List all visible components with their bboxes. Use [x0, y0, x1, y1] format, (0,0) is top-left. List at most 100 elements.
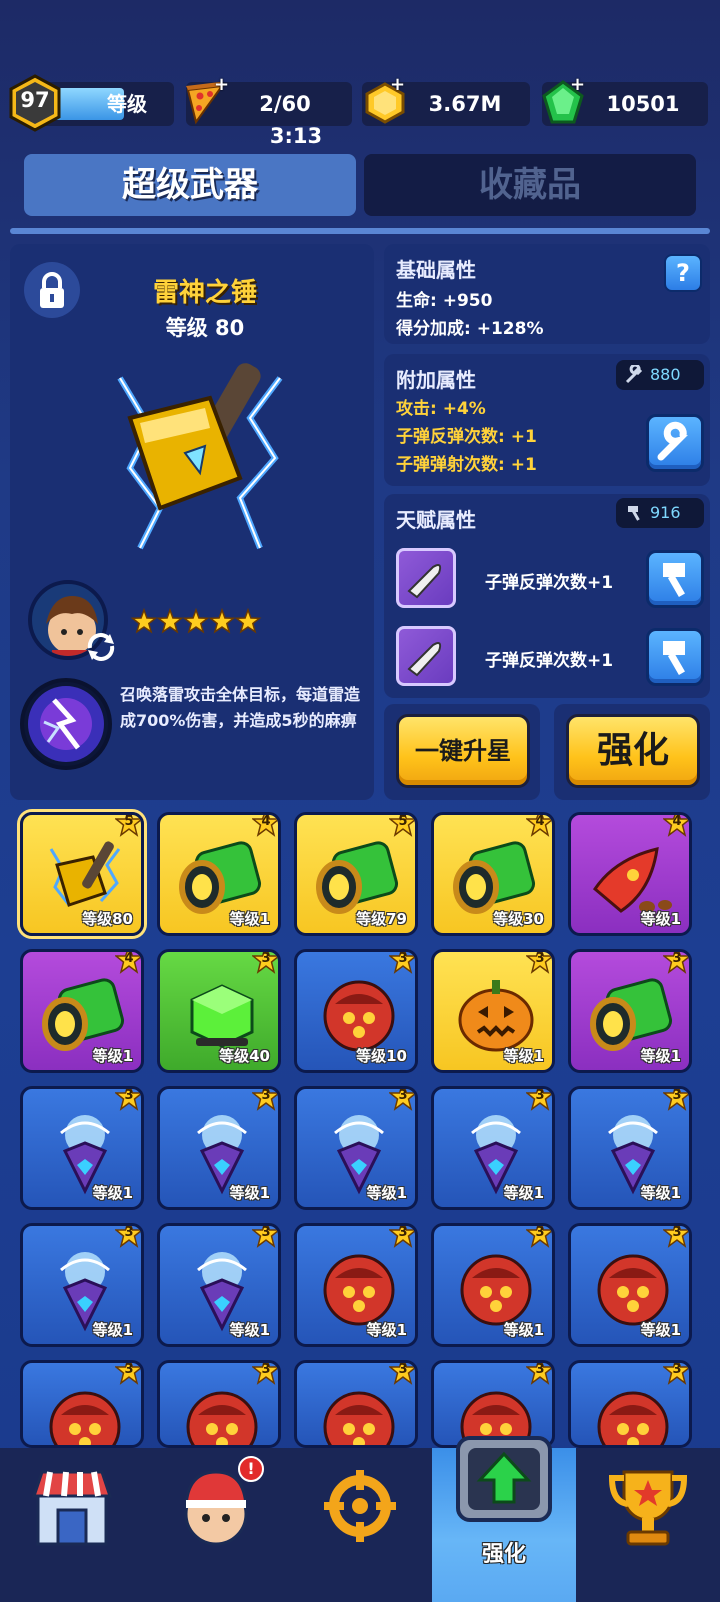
weapon-card[interactable]: 3 等级1 [431, 1223, 555, 1347]
star-badge-icon: 4 [524, 815, 552, 837]
star-badge-icon: 3 [387, 1363, 415, 1385]
base-attributes-title: 基础属性 [396, 258, 476, 282]
star-badge-icon: 3 [250, 951, 278, 974]
weapon-card[interactable]: 4 等级1 [20, 949, 144, 1073]
energy-timer: 3:13 [269, 124, 323, 148]
skill-description: 召唤落雷攻击全体目标，每道雷造成700%伤害，并造成5秒的麻痹 [120, 685, 361, 730]
star-icon [130, 607, 158, 634]
help-button[interactable]: ? [664, 254, 702, 292]
star-badge-icon: 4 [250, 815, 278, 837]
skill-icon[interactable] [20, 678, 112, 770]
talent-hammer-button[interactable] [646, 550, 704, 608]
star-count: 5 [124, 814, 134, 829]
weapon-card[interactable]: 4 等级1 [568, 812, 692, 936]
star-badge-icon: 3 [661, 952, 689, 974]
weapon-card[interactable]: 3 等级1 [294, 1223, 418, 1347]
enhance-area: 强化 [554, 704, 710, 800]
bottom-nav: ! 强化 [0, 1436, 720, 1602]
weapon-card[interactable]: 3 [20, 1360, 144, 1448]
mine-bomb-icon [323, 1391, 395, 1445]
tab-super-weapon[interactable]: 超级武器 [24, 154, 356, 216]
weapon-detail-panel: 雷神之锤 等级 80 召唤落雷攻击全体目标，每道雷造成700%伤害，并造成5秒的… [10, 244, 374, 800]
star-badge-icon: 3 [524, 1088, 552, 1111]
nav-trophy[interactable] [576, 1448, 720, 1602]
card-level: 等级1 [640, 1321, 681, 1339]
star-badge-icon: 3 [661, 1089, 689, 1111]
weapon-card[interactable]: 3 等级1 [294, 1086, 418, 1210]
talent-item-icon [396, 626, 456, 686]
energy-value: 2/60 [259, 92, 311, 116]
star-count: 3 [261, 951, 271, 966]
card-level: 等级1 [503, 1184, 544, 1202]
weapon-card[interactable]: 3 [568, 1360, 692, 1448]
star-count: 3 [672, 1362, 682, 1377]
base-attr-line: 生命: +950 [396, 291, 493, 311]
star-icon [156, 607, 184, 634]
star-icon [182, 607, 210, 634]
reroll-extra-button[interactable] [646, 414, 704, 472]
weapon-card[interactable]: 3 等级1 [157, 1223, 281, 1347]
weapon-card[interactable]: 3 等级1 [568, 1086, 692, 1210]
star-count: 3 [124, 1088, 134, 1103]
weapon-card[interactable]: 3 等级10 [294, 949, 418, 1073]
card-level: 等级1 [92, 1047, 133, 1065]
star-badge-icon: 3 [524, 952, 552, 974]
one-click-star-area: 一键升星 [384, 704, 540, 800]
extra-attr-line: 子弹反弹次数: +1 [396, 427, 537, 447]
tab-divider [10, 228, 710, 234]
weapon-card[interactable]: 4 等级30 [431, 812, 555, 936]
weapon-card[interactable]: 3 等级1 [20, 1086, 144, 1210]
wrench-icon [657, 421, 689, 461]
weapon-card[interactable]: 4 等级1 [157, 812, 281, 936]
gems-plus-icon[interactable]: + [570, 74, 585, 95]
weapon-card[interactable]: 3 [294, 1360, 418, 1448]
weapon-card[interactable]: 3 等级1 [568, 949, 692, 1073]
lock-button[interactable] [24, 262, 80, 318]
card-level: 等级1 [92, 1184, 133, 1202]
star-icon [208, 607, 236, 634]
base-attributes-panel: 基础属性 ? 生命: +950 得分加成: +128% [384, 244, 710, 344]
tab-collectibles[interactable]: 收藏品 [364, 154, 696, 216]
card-level: 等级1 [229, 910, 270, 928]
star-count: 4 [124, 951, 134, 966]
nav-hero[interactable]: ! [144, 1448, 288, 1602]
hammer-cost-pill: 916 [616, 498, 704, 528]
trophy-icon [608, 1470, 688, 1546]
weapon-card[interactable]: 5 等级80 [20, 812, 144, 936]
star-count: 3 [398, 1225, 408, 1240]
card-level: 等级10 [356, 1047, 407, 1065]
player-level-value: 97 [20, 88, 50, 112]
talent-hammer-button[interactable] [646, 628, 704, 686]
one-click-star-button[interactable]: 一键升星 [396, 714, 530, 788]
energy-plus-icon[interactable]: + [214, 74, 229, 95]
star-badge-icon: 3 [524, 1363, 552, 1385]
weapon-card[interactable]: 3 等级1 [568, 1223, 692, 1347]
extra-attributes-panel: 附加属性 880 攻击: +4% 子弹反弹次数: +1 子弹弹射次数: +1 [384, 354, 710, 486]
weapon-card[interactable]: 3 等级1 [157, 1086, 281, 1210]
weapon-card[interactable]: 3 等级40 [157, 949, 281, 1073]
nav-shop[interactable] [0, 1448, 144, 1602]
talent-item-label: 子弹反弹次数+1 [484, 651, 614, 671]
swap-icon[interactable] [84, 630, 118, 664]
nav-upgrade[interactable]: 强化 [432, 1436, 576, 1602]
star-count: 3 [672, 1225, 682, 1240]
star-rating [130, 607, 270, 636]
weapon-card[interactable]: 3 等级1 [431, 1086, 555, 1210]
card-level: 等级1 [640, 1184, 681, 1202]
weapon-card[interactable]: 3 等级1 [431, 949, 555, 1073]
level-label: 等级 [107, 92, 147, 116]
star-badge-icon: 3 [387, 1225, 415, 1248]
star-count: 3 [124, 1225, 134, 1240]
wrench-cost-pill: 880 [616, 360, 704, 390]
weapon-name: 雷神之锤 [152, 278, 257, 308]
coins-plus-icon[interactable]: + [390, 74, 405, 95]
extra-cost-value: 880 [650, 365, 681, 384]
nav-battle[interactable] [288, 1448, 432, 1602]
star-count: 3 [535, 1088, 545, 1103]
hammer-icon [663, 563, 685, 598]
weapon-card[interactable]: 3 等级1 [20, 1223, 144, 1347]
enhance-button[interactable]: 强化 [566, 714, 700, 788]
weapon-card[interactable]: 3 [157, 1360, 281, 1448]
weapon-card[interactable]: 5 等级79 [294, 812, 418, 936]
talent-cost-value: 916 [650, 503, 681, 522]
